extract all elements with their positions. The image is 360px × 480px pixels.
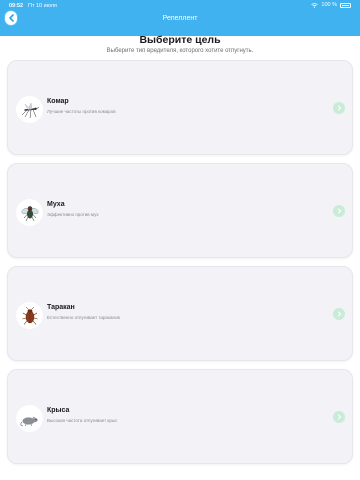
target-card-fly[interactable]: Муха Эффективно против мух	[7, 163, 353, 258]
chevron-right-icon[interactable]	[333, 308, 345, 320]
battery-icon	[340, 2, 351, 8]
card-description: Лучшие частоты против комаров	[47, 109, 116, 114]
card-title: Таракан	[47, 304, 75, 311]
status-indicators: 100 %	[311, 2, 351, 8]
battery-percent: 100 %	[321, 2, 337, 8]
fly-icon	[16, 199, 43, 226]
card-title: Комар	[47, 98, 69, 105]
target-card-cockroach[interactable]: Таракан Естественно отпугивает тараканов	[7, 266, 353, 361]
target-card-rat[interactable]: Крыса Высокая частота отпугивает крыс	[7, 369, 353, 464]
cockroach-icon	[16, 302, 43, 329]
card-description: Высокая частота отпугивает крыс	[47, 418, 118, 423]
chevron-right-icon[interactable]	[333, 102, 345, 114]
status-date: Пт 10 июля	[28, 3, 57, 9]
wifi-icon	[311, 2, 319, 8]
page-title: Выберите цель	[139, 34, 221, 46]
app-title: Репеллент	[162, 15, 198, 22]
status-time: 09:52	[9, 3, 24, 9]
chevron-right-icon[interactable]	[333, 411, 345, 423]
card-description: Эффективно против мух	[47, 212, 99, 217]
card-description: Естественно отпугивает тараканов	[47, 315, 120, 320]
mosquito-icon	[16, 96, 43, 123]
target-card-mosquito[interactable]: Комар Лучшие частоты против комаров	[7, 60, 353, 155]
card-title: Крыса	[47, 407, 70, 414]
page-subtitle: Выберите тип вредителя, которого хотите …	[106, 48, 254, 54]
rat-icon	[16, 405, 43, 432]
chevron-right-icon[interactable]	[333, 205, 345, 217]
app-header: 09:52 Пт 10 июля 100 % Репеллент	[0, 0, 360, 36]
card-title: Муха	[47, 201, 65, 208]
